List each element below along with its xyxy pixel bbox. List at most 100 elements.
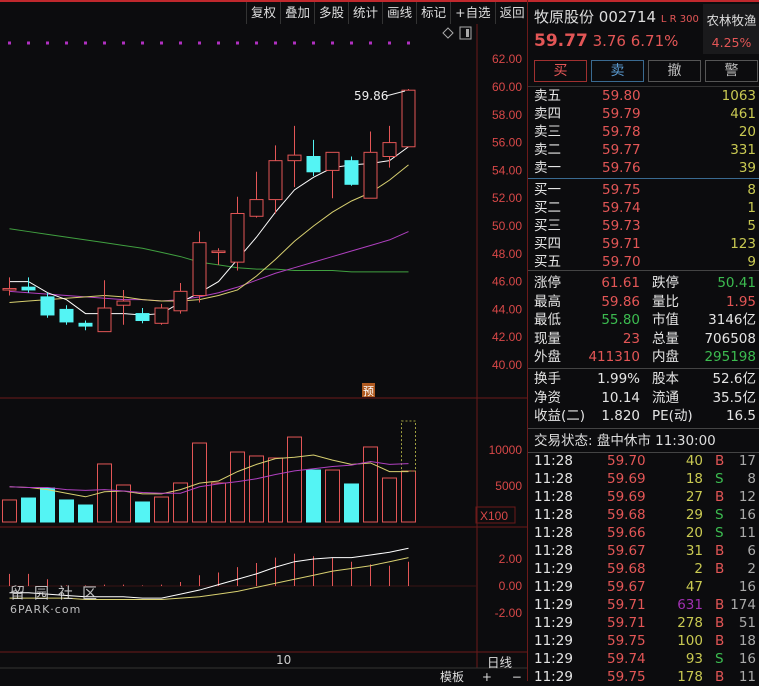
order-book-row[interactable]: 买三59.735 bbox=[528, 217, 759, 235]
trade-side: S bbox=[715, 650, 724, 668]
level-label: 卖三 bbox=[534, 123, 561, 141]
order-book-row[interactable]: 卖一59.7639 bbox=[528, 159, 759, 177]
price-tick: 50.00 bbox=[492, 219, 522, 233]
trade-side: B bbox=[715, 668, 724, 686]
volume-bar bbox=[364, 447, 378, 522]
level-volume: 5 bbox=[747, 217, 756, 235]
macd-tick: 2.00 bbox=[499, 552, 523, 566]
level-volume: 461 bbox=[730, 105, 756, 123]
level-volume: 1063 bbox=[722, 87, 756, 105]
volume-bar bbox=[326, 470, 340, 522]
fund-value: 10.14 bbox=[601, 389, 640, 407]
price-tick: 60.00 bbox=[492, 80, 522, 94]
sector-pct: 4.25% bbox=[703, 35, 759, 50]
fund-label: 股本 bbox=[652, 370, 679, 388]
level-label: 买五 bbox=[534, 253, 561, 271]
trade-count: 2 bbox=[747, 560, 756, 578]
stat-label: 外盘 bbox=[534, 348, 561, 366]
trade-row: 11:2959.71278B51 bbox=[528, 614, 759, 632]
watermark-line1: 留园社区 bbox=[10, 582, 106, 603]
trade-row: 11:2859.6918S8 bbox=[528, 470, 759, 488]
toolbar-button[interactable]: 多股 bbox=[314, 2, 348, 24]
volume-bar bbox=[41, 488, 55, 522]
alert-button[interactable]: 警 bbox=[705, 60, 758, 82]
stat-label: 最低 bbox=[534, 311, 561, 329]
kline-chart[interactable]: 62.0060.0058.0056.0054.0052.0050.0048.00… bbox=[0, 0, 527, 681]
buy-button[interactable]: 买 bbox=[534, 60, 587, 82]
trade-side: S bbox=[715, 524, 724, 542]
trade-volume: 47 bbox=[686, 578, 703, 596]
order-book-row[interactable]: 买五59.709 bbox=[528, 253, 759, 271]
trade-count: 12 bbox=[739, 488, 756, 506]
stat-label: 现量 bbox=[534, 330, 561, 348]
toolbar-button[interactable]: +自选 bbox=[450, 2, 494, 24]
stat-value: 61.61 bbox=[601, 274, 640, 292]
toolbar-button[interactable]: 叠加 bbox=[280, 2, 314, 24]
volume-bar bbox=[3, 500, 17, 522]
volume-tick: 5000 bbox=[495, 479, 522, 493]
panel-toggle-icon bbox=[460, 27, 471, 39]
order-book-row[interactable]: 买四59.71123 bbox=[528, 235, 759, 253]
volume-bar bbox=[60, 500, 74, 522]
fund-value: 35.5亿 bbox=[712, 389, 756, 407]
candle bbox=[326, 152, 339, 170]
stat-value: 3146亿 bbox=[708, 311, 756, 329]
price-change-pct: 6.71% bbox=[631, 32, 679, 50]
trade-volume: 93 bbox=[686, 650, 703, 668]
sector-box[interactable]: 农林牧渔 4.25% bbox=[703, 4, 759, 54]
stats-row: 现量23总量706508 bbox=[528, 330, 759, 348]
volume-bar bbox=[402, 471, 416, 522]
sell-button[interactable]: 卖 bbox=[591, 60, 644, 82]
trade-count: 17 bbox=[739, 452, 756, 470]
stock-code: 002714 bbox=[599, 8, 656, 26]
trade-side: B bbox=[715, 542, 724, 560]
volume-tick: 10000 bbox=[489, 443, 523, 457]
stat-label: 市值 bbox=[652, 311, 679, 329]
toolbar-button[interactable]: 统计 bbox=[348, 2, 382, 24]
zoom-out-button[interactable]: − bbox=[512, 670, 522, 684]
trade-count: 6 bbox=[747, 542, 756, 560]
trade-price: 59.68 bbox=[607, 560, 646, 578]
volume-bar bbox=[383, 478, 397, 522]
fundamental-row: 换手1.99%股本52.6亿 bbox=[528, 370, 759, 388]
order-book-row[interactable]: 卖四59.79461 bbox=[528, 105, 759, 123]
trade-volume: 31 bbox=[686, 542, 703, 560]
level-label: 卖五 bbox=[534, 87, 561, 105]
toolbar-button[interactable]: 标记 bbox=[416, 2, 450, 24]
trade-side: B bbox=[715, 614, 724, 632]
trade-time: 11:29 bbox=[534, 596, 573, 614]
signal-dot bbox=[312, 42, 315, 45]
cancel-order-button[interactable]: 撤 bbox=[648, 60, 701, 82]
candle bbox=[193, 243, 206, 296]
trade-volume: 27 bbox=[686, 488, 703, 506]
candle bbox=[231, 213, 244, 262]
toolbar-button[interactable]: 画线 bbox=[382, 2, 416, 24]
trade-side: S bbox=[715, 506, 724, 524]
template-button[interactable]: 模板 bbox=[440, 670, 464, 684]
order-book-row[interactable]: 卖二59.77331 bbox=[528, 141, 759, 159]
order-book-row[interactable]: 买二59.741 bbox=[528, 199, 759, 217]
trade-time: 11:28 bbox=[534, 452, 573, 470]
volume-bar bbox=[212, 483, 226, 522]
stats-row: 最高59.86量比1.95 bbox=[528, 293, 759, 311]
level-label: 买一 bbox=[534, 181, 561, 199]
toolbar-button[interactable]: 复权 bbox=[246, 2, 280, 24]
signal-dot bbox=[179, 42, 182, 45]
level-label: 买二 bbox=[534, 199, 561, 217]
order-book-row[interactable]: 卖三59.7820 bbox=[528, 123, 759, 141]
toolbar-button[interactable]: 返回 bbox=[495, 2, 529, 24]
trade-side: B bbox=[715, 488, 724, 506]
order-book-row[interactable]: 卖五59.801063 bbox=[528, 87, 759, 105]
level-price: 59.77 bbox=[602, 141, 641, 159]
stat-value: 55.80 bbox=[601, 311, 640, 329]
stat-value: 59.86 bbox=[601, 293, 640, 311]
zoom-in-button[interactable]: + bbox=[482, 670, 492, 684]
level-price: 59.70 bbox=[602, 253, 641, 271]
trade-time: 11:29 bbox=[534, 614, 573, 632]
fund-label: 换手 bbox=[534, 370, 561, 388]
trade-volume: 40 bbox=[686, 452, 703, 470]
order-book-row[interactable]: 买一59.758 bbox=[528, 181, 759, 199]
candle bbox=[117, 301, 130, 305]
trade-time: 11:29 bbox=[534, 560, 573, 578]
date-tick: 10 bbox=[276, 653, 291, 667]
